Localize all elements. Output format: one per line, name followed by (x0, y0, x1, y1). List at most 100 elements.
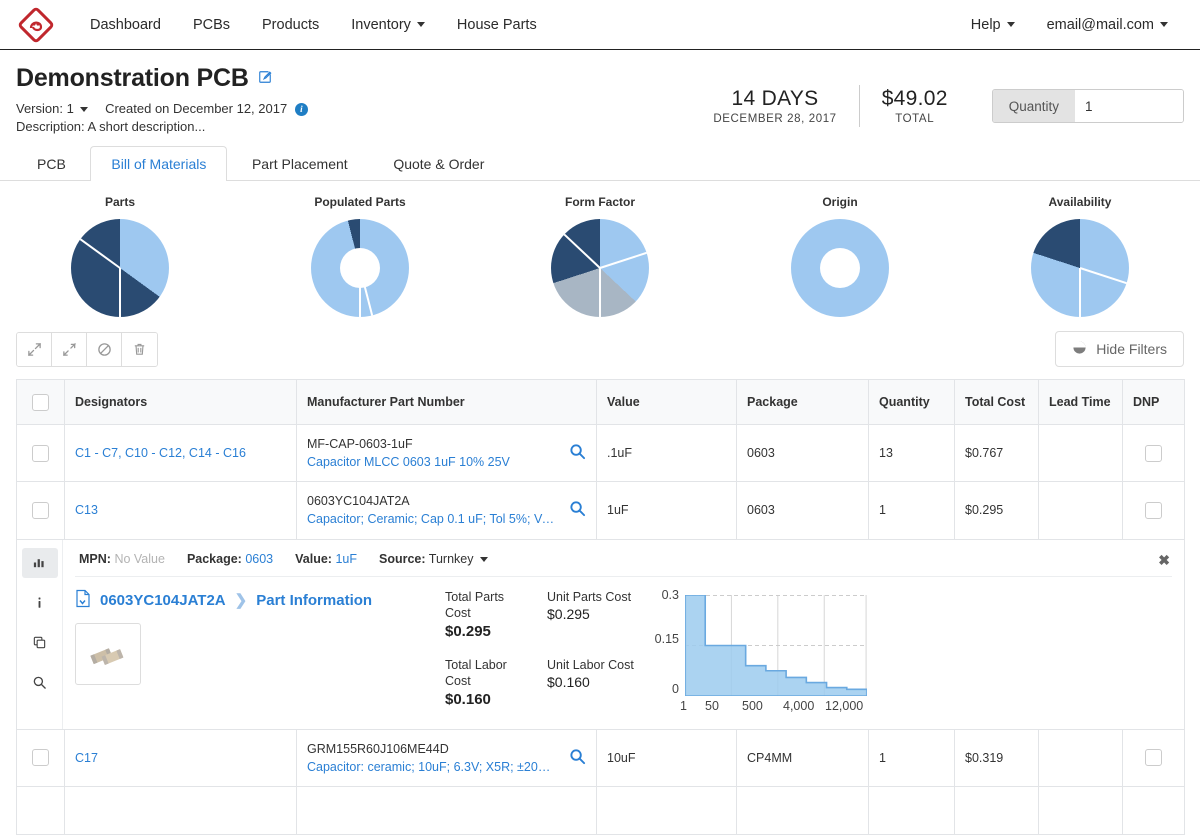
info-icon[interactable]: i (295, 103, 308, 116)
table-row[interactable]: C17 GRM155R60J106ME44D Capacitor: cerami… (17, 729, 1185, 786)
detail-part-number[interactable]: 0603YC104JAT2A (100, 592, 226, 609)
detail-mpn-label: MPN: (79, 552, 111, 566)
account-menu[interactable]: email@mail.com (1031, 17, 1184, 33)
cell-quantity: 1 (869, 729, 955, 786)
col-lead-time[interactable]: Lead Time (1039, 380, 1123, 425)
cost-value: $0.295 (445, 623, 533, 640)
version-selector[interactable]: Version: 1 (16, 101, 88, 116)
cost-value: $0.160 (445, 691, 533, 708)
cost-label: Unit Parts Cost (547, 589, 635, 606)
detail-rail (17, 540, 63, 729)
tab-pcb[interactable]: PCB (16, 146, 87, 181)
designators-link[interactable]: C13 (75, 503, 98, 517)
dnp-checkbox[interactable] (1145, 445, 1162, 462)
nav-link-house-parts[interactable]: House Parts (441, 17, 553, 33)
info-icon[interactable] (22, 588, 58, 618)
search-icon[interactable] (569, 748, 586, 768)
chart-title: Populated Parts (240, 195, 480, 209)
x-tick-label: 1 (680, 699, 687, 713)
bom-table: Designators Manufacturer Part Number Val… (16, 379, 1185, 835)
hide-filters-button[interactable]: Hide Filters (1055, 331, 1184, 367)
mpn-text: GRM155R60J106ME44D (307, 740, 556, 758)
y-tick-label: 0 (645, 682, 679, 696)
cost-item: Unit Parts Cost $0.295 (547, 589, 635, 651)
col-mpn[interactable]: Manufacturer Part Number (297, 380, 597, 425)
row-checkbox[interactable] (32, 749, 49, 766)
pie-chart[interactable] (71, 219, 169, 317)
nav-link-pcbs[interactable]: PCBs (177, 17, 246, 33)
nav-link-inventory[interactable]: Inventory (335, 17, 441, 33)
price-break-chart[interactable]: 0.3 0.15 0 1 50 500 4,000 (645, 589, 875, 719)
designators-link[interactable]: C17 (75, 751, 98, 765)
y-tick-label: 0.3 (645, 588, 679, 602)
mpn-description[interactable]: Capacitor MLCC 0603 1uF 10% 25V (307, 453, 556, 471)
ban-icon[interactable] (87, 333, 122, 366)
part-thumbnail[interactable] (75, 623, 141, 685)
cell-quantity: 1 (869, 482, 955, 539)
cell-designators: C1 - C7, C10 - C12, C14 - C16 (65, 425, 297, 482)
pie-chart[interactable] (551, 219, 649, 317)
pdf-file-icon[interactable] (75, 589, 91, 612)
quantity-label: Quantity (993, 90, 1075, 122)
detail-value-value[interactable]: 1uF (335, 552, 357, 566)
pie-chart[interactable] (1031, 219, 1129, 317)
table-row[interactable]: C13 0603YC104JAT2A Capacitor; Ceramic; C… (17, 482, 1185, 539)
chart-populated-parts: Populated Parts (240, 195, 480, 317)
search-icon[interactable] (569, 500, 586, 520)
mpn-description[interactable]: Capacitor: ceramic; 10uF; 6.3V; X5R; ±20… (307, 758, 556, 776)
chart-icon[interactable] (22, 548, 58, 578)
nav-link-help[interactable]: Help (955, 17, 1031, 33)
designators-link[interactable]: C1 - C7, C10 - C12, C14 - C16 (75, 446, 246, 460)
cell-mpn: GRM155R60J106ME44D Capacitor: ceramic; 1… (297, 729, 597, 786)
x-tick-label: 50 (705, 699, 719, 713)
copy-icon[interactable] (22, 628, 58, 658)
collapse-arrows-icon[interactable] (52, 333, 87, 366)
search-icon[interactable] (569, 443, 586, 463)
detail-body: MPN: No Value Package: 0603 Value: 1uF S… (63, 540, 1184, 729)
col-value[interactable]: Value (597, 380, 737, 425)
dnp-checkbox[interactable] (1145, 502, 1162, 519)
nav-link-help-label: Help (971, 17, 1001, 33)
cell-total-cost: $0.319 (955, 729, 1039, 786)
tab-part-placement[interactable]: Part Placement (231, 146, 369, 181)
dnp-checkbox[interactable] (1145, 749, 1162, 766)
pie-chart[interactable] (791, 219, 889, 317)
trash-icon[interactable] (122, 333, 157, 366)
brand-logo[interactable] (16, 5, 56, 45)
cell-designators (65, 786, 297, 834)
table-row[interactable]: C1 - C7, C10 - C12, C14 - C16 MF-CAP-060… (17, 425, 1185, 482)
cell-lead-time (1039, 425, 1123, 482)
tab-quote-order[interactable]: Quote & Order (372, 146, 505, 181)
cell-mpn: 0603YC104JAT2A Capacitor; Ceramic; Cap 0… (297, 482, 597, 539)
col-quantity[interactable]: Quantity (869, 380, 955, 425)
table-row[interactable] (17, 786, 1185, 834)
col-package[interactable]: Package (737, 380, 869, 425)
edit-pencil-icon[interactable] (258, 70, 272, 87)
row-checkbox[interactable] (32, 502, 49, 519)
nav-link-dashboard[interactable]: Dashboard (74, 17, 177, 33)
select-all-checkbox[interactable] (32, 394, 49, 411)
cell-total-cost: $0.767 (955, 425, 1039, 482)
detail-package-value[interactable]: 0603 (245, 552, 273, 566)
tab-bill-of-materials[interactable]: Bill of Materials (90, 146, 227, 181)
tab-bar: PCB Bill of Materials Part Placement Quo… (0, 145, 1200, 181)
col-designators[interactable]: Designators (65, 380, 297, 425)
part-information-link[interactable]: Part Information (256, 592, 372, 609)
total-value: $49.02 (882, 87, 948, 111)
detail-main: 0603YC104JAT2A ❯ Part Information (75, 577, 1172, 719)
cell-dnp (1123, 729, 1185, 786)
expand-arrows-icon[interactable] (17, 333, 52, 366)
detail-source[interactable]: Source: Turnkey (379, 552, 488, 566)
detail-panel-cell: MPN: No Value Package: 0603 Value: 1uF S… (17, 539, 1185, 729)
cell-mpn (297, 786, 597, 834)
mpn-description[interactable]: Capacitor; Ceramic; Cap 0.1 uF; Tol 5%; … (307, 510, 556, 528)
nav-link-products[interactable]: Products (246, 17, 335, 33)
col-dnp[interactable]: DNP (1123, 380, 1185, 425)
chevron-down-icon (1160, 22, 1168, 27)
row-checkbox[interactable] (32, 445, 49, 462)
quantity-input[interactable] (1075, 90, 1183, 122)
pie-chart[interactable] (311, 219, 409, 317)
close-icon[interactable]: ✖ (1158, 552, 1170, 569)
search-icon[interactable] (22, 668, 58, 698)
col-total-cost[interactable]: Total Cost (955, 380, 1039, 425)
